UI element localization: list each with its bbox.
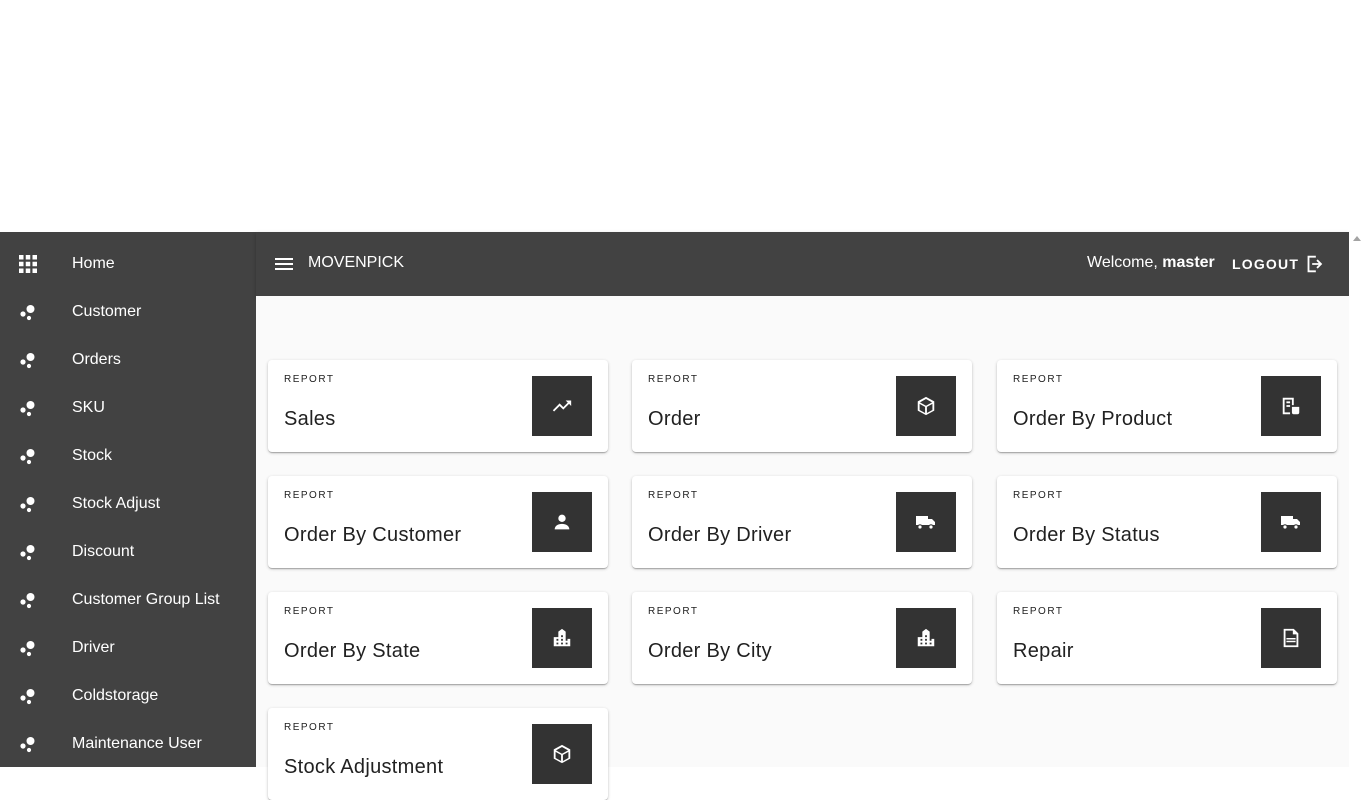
bubble-chart-icon — [20, 737, 35, 753]
sidebar-item-discount[interactable]: Discount — [0, 528, 256, 576]
logout-label: LOGOUT — [1232, 256, 1300, 272]
logout-icon — [1307, 255, 1323, 273]
card-title: Repair — [1013, 640, 1074, 662]
truck-icon — [916, 516, 935, 530]
card-title: Order By City — [648, 640, 772, 662]
card-title: Order By Product — [1013, 408, 1173, 430]
card-overline: REPORT — [284, 490, 335, 501]
card-overline: REPORT — [284, 722, 335, 733]
card-overline: REPORT — [284, 606, 335, 617]
bubble-chart-icon — [20, 689, 35, 705]
sidebar-item-stock[interactable]: Stock — [0, 432, 256, 480]
card-title: Order By Customer — [284, 524, 462, 546]
card-title: Order By State — [284, 640, 421, 662]
package-icon — [553, 744, 571, 764]
card-icon-box — [532, 608, 592, 668]
hamburger-menu-icon[interactable] — [272, 252, 296, 276]
sidebar-item-customer-group-list[interactable]: Customer Group List — [0, 576, 256, 624]
report-card-repair[interactable]: REPORT Repair — [997, 592, 1337, 684]
report-card-order-by-driver[interactable]: REPORT Order By Driver — [632, 476, 972, 568]
main-content: REPORT Sales REPORT Order REPORT Order B… — [256, 296, 1349, 800]
bubble-chart-icon — [20, 305, 35, 321]
card-title: Order — [648, 408, 701, 430]
card-overline: REPORT — [1013, 490, 1064, 501]
sidebar-item-label: Home — [72, 255, 115, 272]
report-card-order-by-state[interactable]: REPORT Order By State — [268, 592, 608, 684]
report-card-order[interactable]: REPORT Order — [632, 360, 972, 452]
sidebar-item-label: Discount — [72, 543, 135, 560]
vertical-scrollbar[interactable] — [1349, 232, 1365, 767]
city-icon — [553, 628, 571, 647]
receipt-icon — [1282, 397, 1300, 415]
sidebar-item-stock-adjust[interactable]: Stock Adjust — [0, 480, 256, 528]
trending-up-icon — [552, 400, 572, 412]
card-icon-box — [896, 492, 956, 552]
card-title: Order By Driver — [648, 524, 792, 546]
app-root: Home Customer Orders SKU Stock Stock Adj… — [0, 232, 1365, 800]
truck-icon — [1281, 516, 1300, 530]
file-document-icon — [1283, 628, 1299, 648]
sidebar: Home Customer Orders SKU Stock Stock Adj… — [0, 232, 256, 767]
scroll-up-arrow-icon[interactable] — [1353, 236, 1361, 241]
card-overline: REPORT — [648, 490, 699, 501]
bubble-chart-icon — [20, 545, 35, 561]
bubble-chart-icon — [20, 641, 35, 657]
sidebar-item-label: SKU — [72, 399, 105, 416]
card-overline: REPORT — [284, 374, 335, 385]
report-card-order-by-status[interactable]: REPORT Order By Status — [997, 476, 1337, 568]
card-title: Sales — [284, 408, 336, 430]
sidebar-item-customer[interactable]: Customer — [0, 288, 256, 336]
sidebar-item-label: Orders — [72, 351, 121, 368]
card-overline: REPORT — [1013, 606, 1064, 617]
sidebar-item-label: Stock Adjust — [72, 495, 161, 512]
sidebar-item-coldstorage[interactable]: Coldstorage — [0, 672, 256, 720]
card-icon-box — [532, 376, 592, 436]
apps-grid-icon — [19, 255, 37, 273]
card-overline: REPORT — [648, 606, 699, 617]
sidebar-item-driver[interactable]: Driver — [0, 624, 256, 672]
report-card-order-by-product[interactable]: REPORT Order By Product — [997, 360, 1337, 452]
sidebar-item-label: Customer — [72, 303, 142, 320]
bubble-chart-icon — [20, 593, 35, 609]
person-icon — [554, 514, 570, 530]
card-icon-box — [1261, 492, 1321, 552]
sidebar-item-sku[interactable]: SKU — [0, 384, 256, 432]
card-icon-box — [532, 724, 592, 784]
bubble-chart-icon — [20, 353, 35, 369]
sidebar-item-home[interactable]: Home — [0, 240, 256, 288]
sidebar-item-label: Stock — [72, 447, 113, 464]
card-overline: REPORT — [648, 374, 699, 385]
sidebar-item-label: Driver — [72, 639, 115, 656]
sidebar-item-label: Maintenance User — [72, 735, 202, 752]
card-title: Order By Status — [1013, 524, 1160, 546]
logout-button[interactable]: LOGOUT — [1232, 252, 1325, 276]
username: master — [1162, 254, 1215, 271]
sidebar-item-orders[interactable]: Orders — [0, 336, 256, 384]
sidebar-item-label: Customer Group List — [72, 591, 220, 608]
bubble-chart-icon — [20, 449, 35, 465]
welcome-message: Welcome, master — [1087, 254, 1215, 272]
card-icon-box — [1261, 608, 1321, 668]
app-title: MOVENPICK — [308, 254, 405, 271]
sidebar-item-label: Coldstorage — [72, 687, 159, 704]
package-icon — [917, 396, 935, 416]
card-icon-box — [1261, 376, 1321, 436]
city-icon — [917, 628, 935, 647]
card-title: Stock Adjustment — [284, 756, 444, 778]
card-icon-box — [532, 492, 592, 552]
welcome-prefix: Welcome, — [1087, 254, 1158, 271]
bubble-chart-icon — [20, 401, 35, 417]
report-card-order-by-city[interactable]: REPORT Order By City — [632, 592, 972, 684]
bubble-chart-icon — [20, 497, 35, 513]
card-overline: REPORT — [1013, 374, 1064, 385]
card-icon-box — [896, 376, 956, 436]
top-app-bar: MOVENPICK Welcome, master LOGOUT — [256, 232, 1349, 296]
sidebar-item-maintenance-user[interactable]: Maintenance User — [0, 720, 256, 767]
report-card-order-by-customer[interactable]: REPORT Order By Customer — [268, 476, 608, 568]
card-icon-box — [896, 608, 956, 668]
report-card-sales[interactable]: REPORT Sales — [268, 360, 608, 452]
report-card-stock-adjustment[interactable]: REPORT Stock Adjustment — [268, 708, 608, 800]
